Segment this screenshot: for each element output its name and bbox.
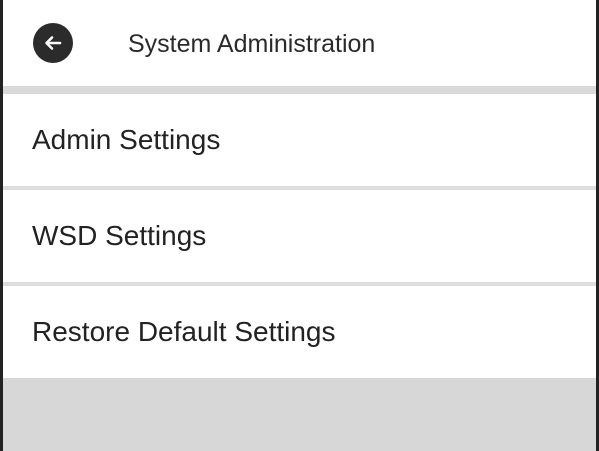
menu-item-admin-settings[interactable]: Admin Settings xyxy=(3,94,596,186)
header: System Administration xyxy=(3,0,596,86)
page-title: System Administration xyxy=(128,30,376,58)
menu-item-wsd-settings[interactable]: WSD Settings xyxy=(3,190,596,282)
menu-item-restore-default-settings[interactable]: Restore Default Settings xyxy=(3,286,596,378)
menu-item-label: Admin Settings xyxy=(32,124,221,155)
header-divider xyxy=(3,86,596,94)
back-button[interactable] xyxy=(33,23,73,63)
menu-item-label: WSD Settings xyxy=(32,220,207,251)
settings-menu: Admin Settings WSD Settings Restore Defa… xyxy=(3,94,596,378)
menu-item-label: Restore Default Settings xyxy=(32,316,336,347)
system-administration-screen: System Administration Admin Settings WSD… xyxy=(0,0,599,451)
back-arrow-icon xyxy=(41,31,65,55)
empty-list-area xyxy=(3,378,596,451)
